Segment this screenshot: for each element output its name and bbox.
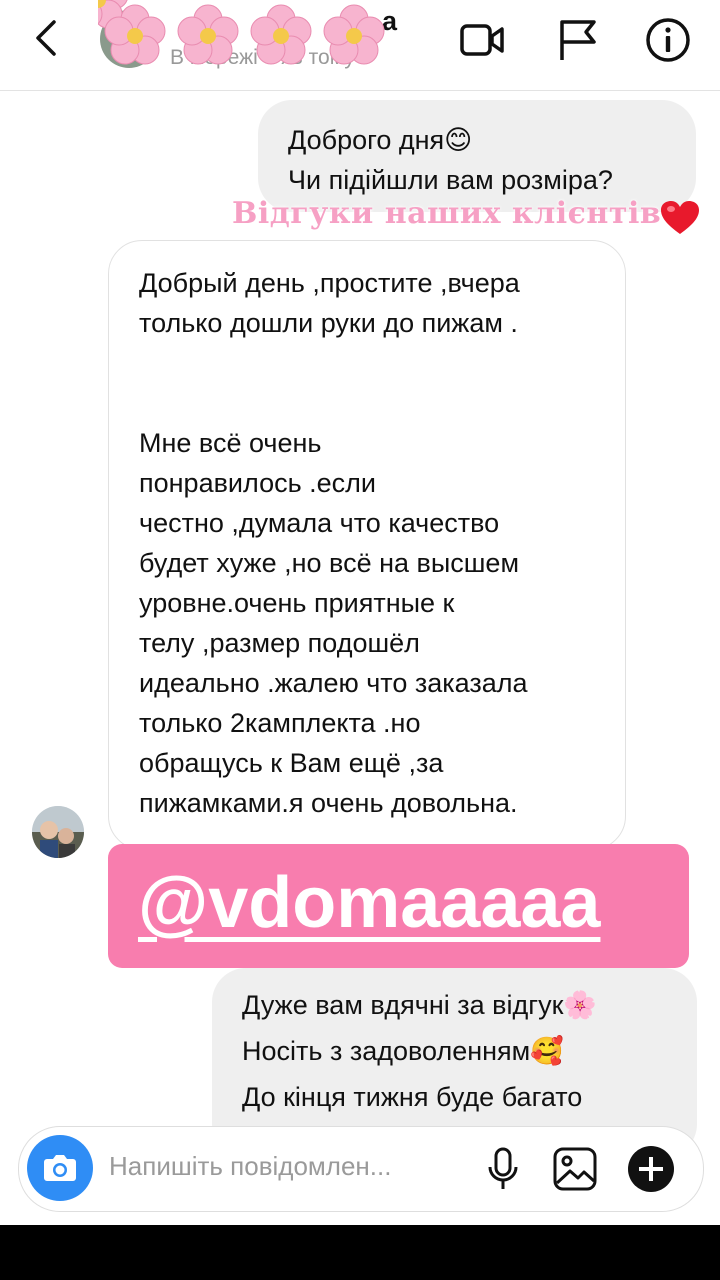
incoming-message[interactable]: Добрый день ,простите ,вчера только дошл…	[108, 240, 626, 850]
sender-photo-icon	[32, 806, 84, 858]
sender-avatar[interactable]	[32, 806, 84, 858]
camera-button[interactable]	[27, 1135, 93, 1201]
camera-icon	[44, 1155, 76, 1181]
message-text: Добрый день ,простите ,вчера только дошл…	[139, 268, 528, 818]
message-composer: Напишіть повідомлен...	[18, 1126, 704, 1212]
flower-stickers-icon	[98, 0, 385, 65]
heart-icon	[661, 201, 699, 234]
info-icon[interactable]	[644, 16, 692, 64]
video-call-icon[interactable]	[458, 16, 506, 64]
reviews-caption: Відгуки наших клієнтів	[232, 196, 662, 231]
chat-header: а В мережі 8 хв тому	[0, 0, 720, 91]
message-input[interactable]: Напишіть повідомлен...	[109, 1151, 391, 1182]
username-tag[interactable]: @vdomaaaaa	[108, 844, 689, 968]
message-text: Доброго дня😊 Чи підійшли вам розміра?	[288, 125, 613, 195]
username-tag-text: @vdomaaaaa	[138, 863, 601, 943]
microphone-icon[interactable]	[477, 1143, 529, 1195]
chat-screen: а В мережі 8 хв тому	[0, 0, 720, 1225]
gallery-icon[interactable]	[549, 1143, 601, 1195]
flag-icon[interactable]	[554, 16, 602, 64]
plus-icon[interactable]	[625, 1143, 677, 1195]
back-arrow-icon[interactable]	[28, 18, 68, 58]
